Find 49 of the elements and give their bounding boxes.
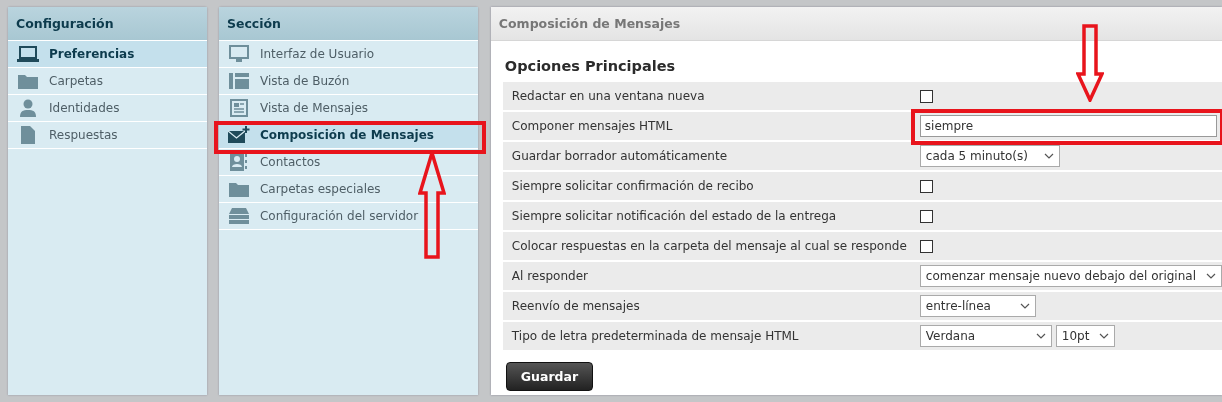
chevron-down-icon bbox=[1043, 153, 1054, 159]
chevron-down-icon bbox=[1099, 333, 1110, 339]
sidebar-item[interactable]: Carpetas especiales bbox=[218, 176, 478, 203]
checkbox[interactable] bbox=[919, 89, 933, 103]
dropdown[interactable]: comenzar mensaje nuevo debajo del original bbox=[919, 265, 1222, 287]
document-icon bbox=[229, 99, 248, 117]
save-button[interactable]: Guardar bbox=[505, 362, 594, 391]
sidebar-item[interactable]: Carpetas bbox=[8, 68, 207, 95]
dropdown[interactable]: cada 5 minuto(s) bbox=[919, 145, 1060, 167]
dropdown[interactable]: 10pt bbox=[1055, 325, 1116, 347]
sidebar-item[interactable]: Preferencias bbox=[8, 41, 207, 68]
dropdown[interactable]: Verdana bbox=[919, 325, 1052, 347]
sidebar-item[interactable]: Vista de Mensajes bbox=[218, 95, 478, 122]
panel-title: Configuración bbox=[16, 16, 114, 31]
server-icon bbox=[228, 208, 249, 224]
sidebar-item[interactable]: Vista de Buzón bbox=[218, 68, 478, 95]
option-label: Colocar respuestas en la carpeta del mensaje al cual se responde bbox=[511, 239, 908, 253]
sidebar-item[interactable]: Contactos bbox=[218, 149, 478, 176]
checkbox[interactable] bbox=[919, 209, 933, 223]
pane-title: Composición de Mensajes bbox=[498, 16, 681, 31]
text-field[interactable]: siempre bbox=[919, 115, 1217, 137]
document-icon bbox=[21, 126, 35, 144]
chevron-down-icon bbox=[1019, 303, 1030, 309]
checkbox[interactable] bbox=[919, 239, 933, 253]
sidebar-item[interactable]: Interfaz de Usuario bbox=[218, 41, 478, 68]
sidebar-item[interactable]: Configuración del servidor bbox=[218, 203, 478, 230]
laptop-icon bbox=[17, 46, 39, 62]
sidebar-item[interactable]: Identidades bbox=[8, 95, 207, 122]
folder-icon bbox=[18, 73, 38, 89]
folder-icon bbox=[228, 181, 249, 197]
option-label: Siempre solicitar confirmación de recibo bbox=[511, 179, 755, 193]
sidebar-item[interactable]: Respuestas bbox=[8, 122, 207, 149]
panel-title: Sección bbox=[226, 16, 281, 31]
option-label: Tipo de letra predeterminada de mensaje HTML bbox=[511, 329, 800, 343]
chevron-down-icon bbox=[1035, 333, 1046, 339]
person-icon bbox=[19, 99, 37, 117]
monitor-icon bbox=[228, 45, 249, 63]
chevron-down-icon bbox=[1206, 273, 1216, 279]
checkbox[interactable] bbox=[919, 179, 933, 193]
option-label: Componer mensajes HTML bbox=[511, 119, 674, 133]
layout-icon bbox=[228, 73, 249, 89]
option-label: Al responder bbox=[511, 269, 589, 283]
section-heading: Opciones Principales bbox=[504, 58, 677, 74]
dropdown[interactable]: entre-línea bbox=[919, 295, 1036, 317]
option-label: Guardar borrador automáticamente bbox=[511, 149, 729, 163]
option-label: Redactar en una ventana nueva bbox=[511, 89, 706, 103]
option-label: Siempre solicitar notificación del estado de la entrega bbox=[511, 209, 838, 223]
envelope-plus-icon bbox=[227, 126, 250, 144]
option-label: Reenvío de mensajes bbox=[511, 299, 641, 313]
